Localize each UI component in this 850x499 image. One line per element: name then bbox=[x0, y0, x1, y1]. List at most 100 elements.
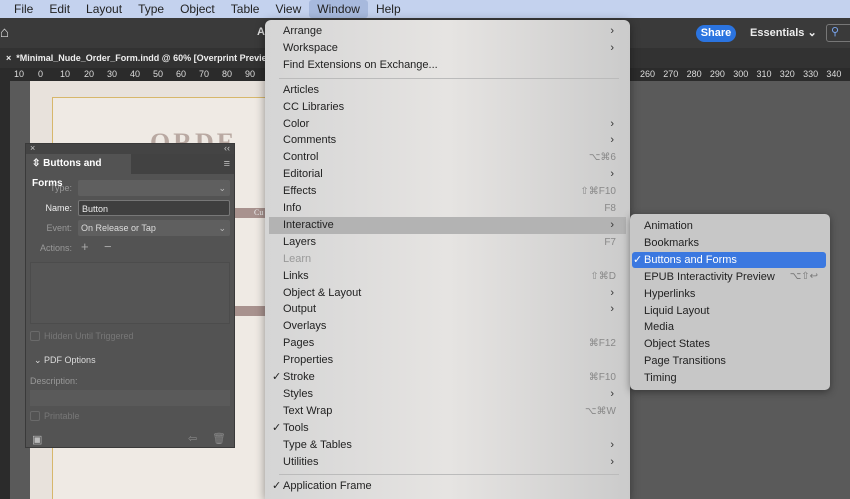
menu-item-layers[interactable]: Layers F7 bbox=[269, 234, 626, 251]
ruler-tick-label: 90 bbox=[245, 69, 256, 79]
menu-item-stroke[interactable]: ✓ Stroke ⌘F10 bbox=[269, 369, 626, 386]
menu-view[interactable]: View bbox=[267, 0, 309, 18]
interactive-submenu: Animation Bookmarks ✓ Buttons and Forms EPUB… bbox=[630, 214, 830, 390]
menu-object[interactable]: Object bbox=[172, 0, 223, 18]
submenu-item-buttons-and-forms[interactable]: ✓ Buttons and Forms bbox=[632, 251, 826, 268]
ruler-tick-label: 310 bbox=[756, 69, 772, 79]
menu-item-workspace[interactable]: Workspace › bbox=[269, 40, 626, 57]
home-icon[interactable]: ⌂ bbox=[0, 24, 9, 41]
menu-item-label: Effects bbox=[283, 185, 317, 198]
menu-edit[interactable]: Edit bbox=[41, 0, 78, 18]
menu-item-tools[interactable]: ✓ Tools bbox=[269, 420, 626, 437]
menu-item-label: Interactive bbox=[283, 218, 334, 231]
menu-table[interactable]: Table bbox=[223, 0, 268, 18]
pdf-options-toggle[interactable]: ⌄ PDF Options bbox=[34, 355, 96, 366]
submenu-item-timing[interactable]: Timing bbox=[632, 370, 826, 386]
menu-item-text-wrap[interactable]: Text Wrap ⌥⌘W bbox=[269, 403, 626, 420]
description-input[interactable] bbox=[30, 390, 230, 406]
chevron-right-icon: › bbox=[610, 117, 614, 130]
menu-item-label: Arrange bbox=[283, 25, 323, 37]
ruler-tick-label: 340 bbox=[826, 69, 842, 79]
workspace-switcher[interactable]: Essentials ⌄ bbox=[750, 26, 817, 39]
menu-item-label: Overlays bbox=[283, 320, 327, 333]
menu-item-info[interactable]: Info F8 bbox=[269, 200, 626, 217]
actions-label: Actions: bbox=[39, 243, 72, 253]
menu-item-overlays[interactable]: Overlays bbox=[269, 318, 626, 335]
chevron-right-icon: › bbox=[610, 134, 614, 147]
submenu-item-liquid-layout[interactable]: Liquid Layout bbox=[632, 303, 826, 319]
menu-item-articles[interactable]: Articles bbox=[269, 82, 626, 99]
panel-menu-icon[interactable]: ≡ bbox=[224, 158, 230, 170]
menu-window[interactable]: Window bbox=[309, 0, 368, 18]
submenu-item-epub-interactivity-preview[interactable]: EPUB Interactivity Preview ⌥⇧↩ bbox=[632, 269, 826, 285]
ruler-tick-label: 10 bbox=[14, 69, 25, 79]
remove-action-button[interactable]: − bbox=[104, 239, 112, 254]
submenu-item-object-states[interactable]: Object States bbox=[632, 336, 826, 352]
app-title: A bbox=[257, 26, 265, 38]
ruler-tick-label: 80 bbox=[222, 69, 233, 79]
submenu-item-hyperlinks[interactable]: Hyperlinks bbox=[632, 286, 826, 302]
type-dropdown[interactable]: ⌄ bbox=[78, 180, 230, 196]
description-label: Description: bbox=[30, 376, 78, 386]
menu-item-type-tables[interactable]: Type & Tables › bbox=[269, 437, 626, 454]
menu-item-properties[interactable]: Properties bbox=[269, 352, 626, 369]
close-tab-icon[interactable]: × bbox=[6, 53, 11, 63]
ruler-tick-label: 260 bbox=[640, 69, 656, 79]
menu-item-object-layout[interactable]: Object & Layout › bbox=[269, 285, 626, 302]
menu-item-label: Stroke bbox=[283, 371, 315, 383]
menu-item-control[interactable]: Control ⌥⌘6 bbox=[269, 149, 626, 166]
menu-item-effects[interactable]: Effects ⇧⌘F10 bbox=[269, 183, 626, 200]
menu-item-editorial[interactable]: Editorial › bbox=[269, 166, 626, 183]
menu-type[interactable]: Type bbox=[130, 0, 172, 18]
printable-checkbox[interactable] bbox=[30, 411, 40, 421]
menu-item-links[interactable]: Links ⇧⌘D bbox=[269, 268, 626, 285]
menu-item-color[interactable]: Color › bbox=[269, 116, 626, 133]
menu-item-find-extensions-on-exchange-[interactable]: Find Extensions on Exchange... bbox=[269, 57, 626, 74]
menu-item-utilities[interactable]: Utilities › bbox=[269, 454, 626, 471]
hidden-checkbox[interactable] bbox=[30, 331, 40, 341]
chevron-right-icon: › bbox=[610, 387, 614, 400]
event-dropdown[interactable]: On Release or Tap ⌄ bbox=[78, 220, 230, 236]
name-label: Name: bbox=[45, 203, 72, 213]
close-panel-icon[interactable]: × bbox=[30, 143, 35, 153]
share-button[interactable]: Share bbox=[696, 25, 736, 42]
check-icon: ✓ bbox=[633, 253, 643, 266]
vertical-ruler[interactable] bbox=[0, 81, 10, 499]
shortcut: ⌥⌘W bbox=[585, 405, 616, 417]
ruler-tick-label: 300 bbox=[733, 69, 749, 79]
menu-item-interactive[interactable]: Interactive › bbox=[269, 216, 626, 234]
search-icon[interactable]: ⚲ bbox=[826, 24, 850, 42]
submenu-item-media[interactable]: Media bbox=[632, 319, 826, 335]
menu-item-arrange[interactable]: Arrange › bbox=[269, 23, 626, 40]
menu-item-application-frame[interactable]: ✓ Application Frame bbox=[269, 478, 626, 495]
menu-file[interactable]: File bbox=[6, 0, 41, 18]
trash-icon[interactable]: 🗑 bbox=[212, 432, 226, 445]
menu-item-pages[interactable]: Pages ⌘F12 bbox=[269, 335, 626, 352]
preview-icon[interactable]: ▣ bbox=[32, 433, 42, 446]
chevron-right-icon: › bbox=[610, 168, 614, 181]
menu-item-label: Pages bbox=[283, 337, 315, 350]
add-action-button[interactable]: + bbox=[81, 239, 89, 254]
menu-item-cc-libraries[interactable]: CC Libraries bbox=[269, 99, 626, 116]
submenu-item-page-transitions[interactable]: Page Transitions bbox=[632, 353, 826, 369]
ruler-tick-label: 270 bbox=[663, 69, 679, 79]
menu-layout[interactable]: Layout bbox=[78, 0, 130, 18]
menu-item-styles[interactable]: Styles › bbox=[269, 386, 626, 403]
panel-tab[interactable]: ⇳ Buttons and Forms bbox=[26, 154, 131, 189]
shortcut: ⌥⌘6 bbox=[588, 152, 616, 164]
menu-help[interactable]: Help bbox=[368, 0, 409, 18]
convert-icon[interactable]: ⇦ bbox=[188, 432, 197, 445]
check-icon: ✓ bbox=[272, 371, 282, 383]
menu-item-label: Object & Layout bbox=[283, 286, 362, 299]
workspace-label: Essentials bbox=[750, 27, 805, 39]
shortcut: F8 bbox=[604, 203, 616, 214]
submenu-item-bookmarks[interactable]: Bookmarks bbox=[632, 235, 826, 251]
printable-label: Printable bbox=[44, 411, 80, 421]
submenu-item-animation[interactable]: Animation bbox=[632, 218, 826, 234]
name-input[interactable]: Button bbox=[78, 200, 230, 216]
menu-item-label: CC Libraries bbox=[283, 100, 345, 113]
collapse-panel-icon[interactable]: ‹‹ bbox=[224, 143, 230, 153]
actions-list[interactable] bbox=[30, 262, 230, 324]
menu-item-comments[interactable]: Comments › bbox=[269, 132, 626, 149]
menu-item-output[interactable]: Output › bbox=[269, 301, 626, 318]
